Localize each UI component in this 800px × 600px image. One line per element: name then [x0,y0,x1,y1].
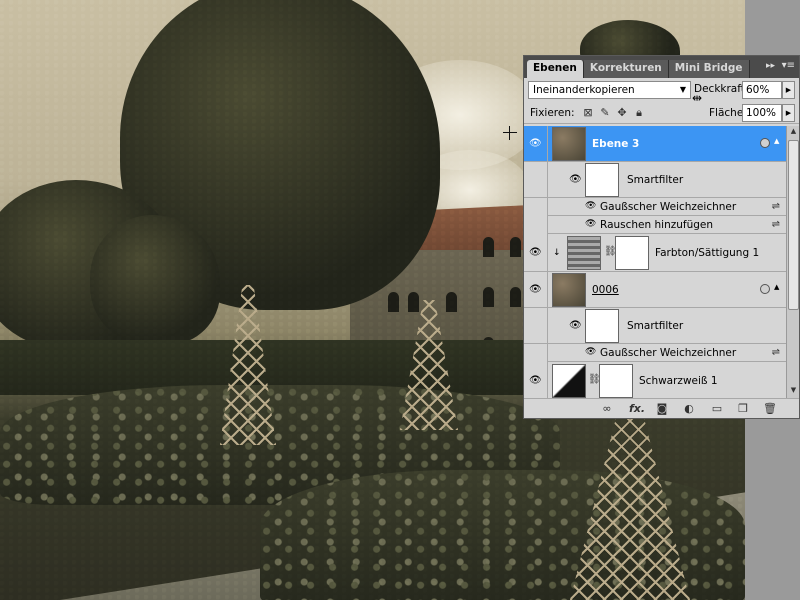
blend-mode-value: Ineinanderkopieren [533,84,635,96]
eye-icon: 👁︎ [529,283,542,295]
mask-thumbnail [615,236,649,270]
lock-row: Fixieren: ⊠ ✎ ✥ 🔒︎ Fläche: 100% ▶ [524,102,799,124]
opacity-input[interactable]: 60% [742,81,782,99]
dropdown-arrow-icon: ▼ [679,85,686,94]
lock-move-icon[interactable]: ✥ [615,106,629,120]
filter-row[interactable]: 👁︎ Rauschen hinzufügen ⇌ [548,216,786,234]
eye-icon: 👁︎ [529,374,542,386]
layers-panel: Ebenen Korrekturen Mini Bridge ▸▸ ▾≡ Ine… [523,55,800,419]
new-adjustment-icon[interactable]: ◐ [681,401,697,417]
filter-row[interactable]: 👁︎ Gaußscher Weichzeichner ⇌ [548,344,786,362]
visibility-column [524,344,548,362]
layer-row[interactable]: 👁︎ ⛓︎ Schwarzweiß 1 [524,362,786,399]
smartfilter-label: Smartfilter [627,320,684,332]
adjustment-thumbnail [567,236,601,270]
fill-slider-toggle-icon[interactable]: ▶ [782,104,795,122]
eye-icon: 👁︎ [529,246,542,258]
trash-icon[interactable]: 🗑︎ [762,401,778,417]
layer-list-scrollbar[interactable]: ▲ ▼ [786,126,799,399]
lock-all-icon[interactable]: 🔒︎ [632,106,646,120]
blend-row: Ineinanderkopieren ▼ Deckkraft: 60% ▶ ⇹ [524,78,799,105]
smartfilter-mask-thumbnail [585,309,619,343]
scroll-down-icon[interactable]: ▼ [788,386,799,398]
eye-icon[interactable]: 👁︎ [585,219,596,229]
tab-mini-bridge[interactable]: Mini Bridge [668,60,750,78]
layer-name[interactable]: Farbton/Sättigung 1 [655,247,759,259]
filter-options-icon[interactable]: ⇌ [772,347,780,358]
layers-bottom-toolbar: ∞ fx. ◙ ◐ ▭ ❐ 🗑︎ [524,398,799,418]
eye-icon: 👁︎ [529,137,542,149]
filter-name: Rauschen hinzufügen [600,219,714,231]
eye-icon[interactable]: 👁︎ [569,320,582,331]
mask-thumbnail [599,364,633,398]
lock-transparency-icon[interactable]: ⊠ [581,106,595,120]
visibility-toggle[interactable]: 👁︎ [524,362,548,399]
opacity-label[interactable]: Deckkraft: [694,83,748,95]
lock-brush-icon[interactable]: ✎ [598,106,612,120]
visibility-toggle[interactable]: 👁︎ [524,272,548,307]
tab-korrekturen[interactable]: Korrekturen [583,60,669,78]
visibility-column [524,162,548,197]
clipping-arrow-icon: ↓ [553,248,561,258]
lock-label: Fixieren: [530,107,575,119]
smartfilter-mask-thumbnail [585,163,619,197]
chevron-up-icon[interactable]: ▲ [774,137,779,145]
new-group-icon[interactable]: ▭ [709,401,725,417]
link-layers-icon[interactable]: ∞ [599,401,615,417]
tab-ebenen[interactable]: Ebenen [527,60,584,78]
visibility-toggle[interactable]: 👁︎ [524,234,548,271]
layer-name[interactable]: Ebene 3 [592,138,639,150]
filter-options-icon[interactable]: ⇌ [772,219,780,230]
adjustment-thumbnail [552,364,586,398]
smartfilter-badge-icon [760,138,770,148]
layer-row[interactable]: 👁︎ ↓ ⛓︎ Farbton/Sättigung 1 [524,234,786,272]
visibility-column [524,308,548,343]
eye-icon[interactable]: 👁︎ [585,201,596,211]
panel-menu-icon[interactable]: ▾≡ [782,60,795,71]
layer-thumbnail [552,273,586,307]
double-chevron-right-icon[interactable]: ▸▸ [766,61,775,71]
filter-row[interactable]: 👁︎ Gaußscher Weichzeichner ⇌ [548,198,786,216]
blend-mode-select[interactable]: Ineinanderkopieren ▼ [528,81,691,99]
filter-name: Gaußscher Weichzeichner [600,201,737,213]
layer-row[interactable]: 👁︎ Smartfilter [524,162,786,198]
fx-icon[interactable]: fx. [626,401,648,417]
layer-row[interactable]: 👁︎ Ebene 3 ▲ [524,126,786,162]
crosshair-cursor-icon [503,126,517,140]
visibility-column [524,198,548,234]
opacity-slider-toggle-icon[interactable]: ▶ [782,81,795,99]
panel-tab-bar: Ebenen Korrekturen Mini Bridge ▸▸ ▾≡ [524,56,799,78]
layer-list: 👁︎ Ebene 3 ▲ 👁︎ Smartfilter 👁︎ Gaußscher… [524,126,786,399]
eye-icon[interactable]: 👁︎ [585,347,596,357]
add-mask-icon[interactable]: ◙ [654,401,670,417]
fill-input[interactable]: 100% [742,104,782,122]
layer-name[interactable]: Schwarzweiß 1 [639,375,718,387]
visibility-toggle[interactable]: 👁︎ [524,126,548,161]
smartfilter-badge-icon [760,284,770,294]
smartfilter-label: Smartfilter [627,174,684,186]
scroll-up-icon[interactable]: ▲ [788,127,799,139]
filter-options-icon[interactable]: ⇌ [772,201,780,212]
layer-name[interactable]: 0006 [592,284,619,296]
layer-thumbnail [552,127,586,161]
chevron-up-icon[interactable]: ▲ [774,283,779,291]
new-layer-icon[interactable]: ❐ [735,401,751,417]
layer-row[interactable]: 👁︎ 0006 ▲ [524,272,786,308]
scrollbar-thumb[interactable] [788,140,799,310]
filter-name: Gaußscher Weichzeichner [600,347,737,359]
layer-row[interactable]: 👁︎ Smartfilter [524,308,786,344]
eye-icon[interactable]: 👁︎ [569,174,582,185]
